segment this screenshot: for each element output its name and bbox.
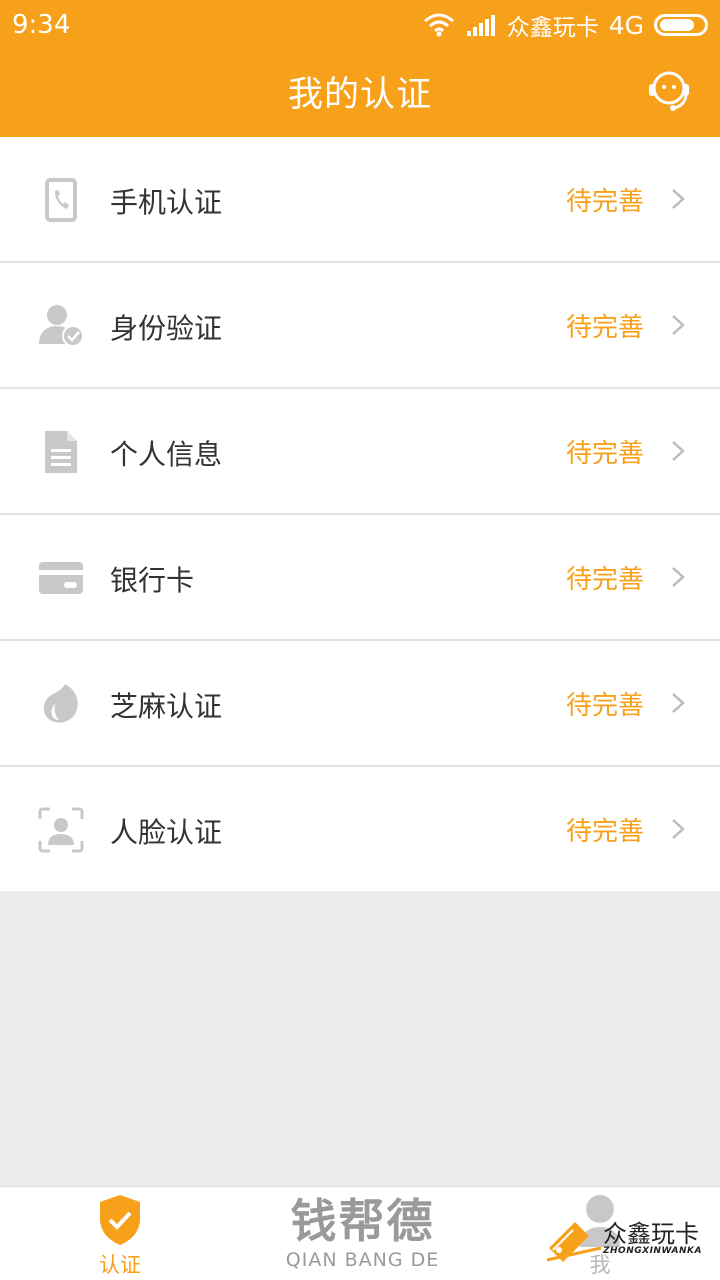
watermark-subtext: ZHONGXINWANKA (603, 1246, 702, 1256)
row-label: 个人信息 (110, 438, 223, 471)
row-status: 待完善 (565, 565, 644, 595)
row-status: 待完善 (565, 313, 644, 343)
row-label: 银行卡 (110, 564, 195, 597)
chevron-right-icon (672, 189, 685, 209)
tab-label: 认证 (99, 1253, 141, 1277)
chevron-right-icon (672, 567, 685, 587)
watermark-logo-center: 钱帮德 QIAN BANG DE (280, 1193, 445, 1271)
status-time: 9:34 (12, 10, 71, 40)
verification-list: 手机认证 待完善 身份验证 待完善 个人信息 待完善 银行卡 待完善 芝麻认证 … (0, 137, 720, 891)
row-face-verification[interactable]: 人脸认证 待完善 (0, 767, 720, 891)
chevron-right-icon (672, 315, 685, 335)
status-bar: 9:34 众鑫玩卡 4G (0, 0, 720, 50)
header: 9:34 众鑫玩卡 4G 我的认证 (0, 0, 720, 137)
status-network: 4G (608, 10, 644, 40)
row-phone-verification[interactable]: 手机认证 待完善 (0, 137, 720, 263)
bank-card-icon (36, 553, 86, 603)
document-icon (36, 427, 86, 477)
chevron-right-icon (672, 693, 685, 713)
row-status: 待完善 (565, 691, 644, 721)
shield-check-icon (100, 1195, 140, 1245)
card-logo-icon (546, 1222, 602, 1262)
status-carrier: 众鑫玩卡 (506, 15, 599, 41)
row-label: 芝麻认证 (110, 690, 223, 723)
battery-icon (654, 14, 708, 36)
tab-auth[interactable]: 认证 (60, 1187, 180, 1280)
chevron-right-icon (672, 441, 685, 461)
watermark-text: 众鑫玩卡 (603, 1220, 699, 1248)
phone-icon (36, 175, 86, 225)
signal-icon (466, 15, 495, 36)
status-indicators: 众鑫玩卡 4G (423, 8, 708, 42)
row-status: 待完善 (565, 817, 644, 847)
page-title: 我的认证 (287, 75, 432, 115)
row-personal-info[interactable]: 个人信息 待完善 (0, 389, 720, 515)
row-identity-verification[interactable]: 身份验证 待完善 (0, 263, 720, 389)
row-status: 待完善 (565, 187, 644, 217)
watermark-logo-right: 众鑫玩卡 ZHONGXINWANKA (545, 1210, 715, 1270)
row-label: 身份验证 (110, 312, 223, 345)
row-bank-card[interactable]: 银行卡 待完善 (0, 515, 720, 641)
row-sesame-verification[interactable]: 芝麻认证 待完善 (0, 641, 720, 767)
user-verified-icon (36, 301, 86, 351)
row-status: 待完善 (565, 439, 644, 469)
row-label: 手机认证 (110, 186, 223, 219)
sesame-icon (36, 679, 86, 729)
watermark-text: 钱帮德 (290, 1194, 435, 1248)
chevron-right-icon (672, 819, 685, 839)
face-scan-icon (36, 805, 86, 855)
customer-service-icon[interactable] (646, 68, 692, 112)
watermark-subtext: QIAN BANG DE (285, 1249, 440, 1271)
wifi-icon (423, 13, 454, 37)
row-label: 人脸认证 (110, 816, 223, 849)
